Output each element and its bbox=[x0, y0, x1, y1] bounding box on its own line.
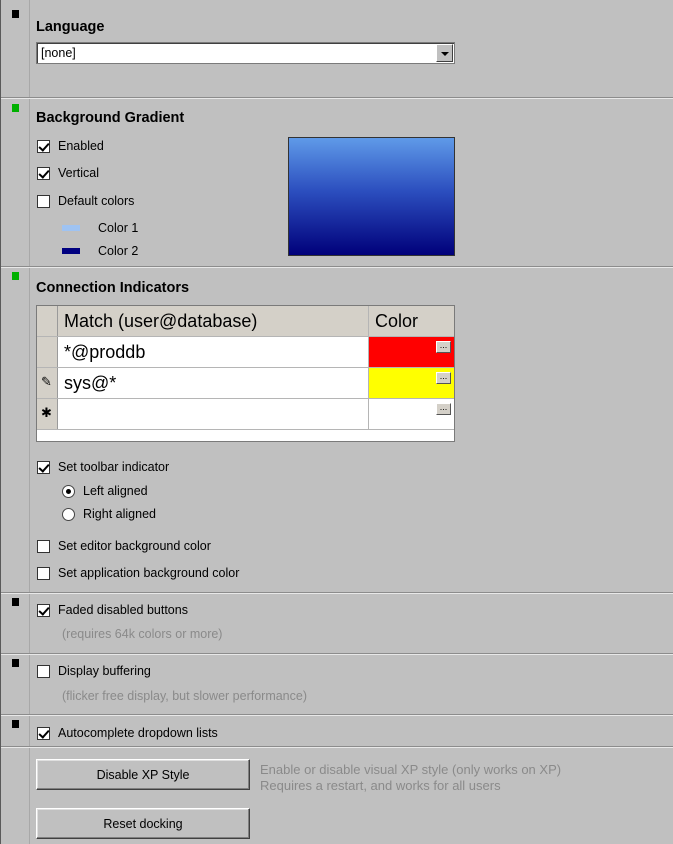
section-marker-black-icon bbox=[12, 720, 19, 728]
color-cell[interactable]: ... bbox=[369, 368, 454, 398]
gradient-preview bbox=[288, 137, 455, 256]
divider bbox=[1, 266, 673, 268]
default-colors-label: Default colors bbox=[58, 194, 135, 208]
new-row-asterisk-icon: ✱ bbox=[41, 405, 52, 420]
section-marker-green-icon bbox=[12, 272, 19, 280]
grid-corner bbox=[37, 306, 58, 336]
vertical-checkbox[interactable] bbox=[37, 167, 50, 180]
divider bbox=[1, 592, 673, 594]
faded-disabled-buttons-checkbox[interactable] bbox=[37, 604, 50, 617]
gutter-divider bbox=[29, 0, 30, 844]
column-header-color-label: Color bbox=[375, 311, 419, 331]
divider bbox=[1, 714, 673, 716]
color1-swatch[interactable] bbox=[62, 225, 80, 231]
enabled-checkbox[interactable] bbox=[37, 140, 50, 153]
divider bbox=[1, 97, 673, 99]
table-row[interactable]: ✎ sys@* ... bbox=[37, 368, 454, 399]
section-marker-black-icon bbox=[12, 659, 19, 667]
set-editor-bg-label: Set editor background color bbox=[58, 539, 211, 553]
set-app-bg-label: Set application background color bbox=[58, 566, 240, 580]
left-aligned-label: Left aligned bbox=[83, 484, 148, 498]
left-aligned-radio[interactable] bbox=[62, 485, 75, 498]
connection-indicators-heading: Connection Indicators bbox=[36, 280, 190, 296]
display-buffering-label: Display buffering bbox=[58, 664, 151, 678]
row-selector[interactable]: ✎ bbox=[37, 368, 58, 398]
ellipsis-button[interactable]: ... bbox=[436, 403, 451, 415]
right-aligned-label: Right aligned bbox=[83, 507, 156, 521]
faded-disabled-buttons-note: (requires 64k colors or more) bbox=[62, 627, 223, 641]
table-row-new[interactable]: ✱ ... bbox=[37, 399, 454, 430]
default-colors-checkbox[interactable] bbox=[37, 195, 50, 208]
disable-xp-note-line2: Requires a restart, and works for all us… bbox=[260, 778, 501, 793]
column-header-color[interactable]: Color bbox=[369, 306, 454, 336]
section-marker-green-icon bbox=[12, 104, 19, 112]
connection-indicators-grid: Match (user@database) Color *@proddb ...… bbox=[36, 305, 455, 442]
vertical-label: Vertical bbox=[58, 166, 99, 180]
row-selector[interactable] bbox=[37, 337, 58, 367]
background-gradient-heading: Background Gradient bbox=[36, 110, 185, 126]
section-marker-black-icon bbox=[12, 10, 19, 18]
divider bbox=[1, 746, 673, 748]
set-toolbar-indicator-checkbox[interactable] bbox=[37, 461, 50, 474]
color-cell[interactable]: ... bbox=[369, 337, 454, 367]
ellipsis-button[interactable]: ... bbox=[436, 341, 451, 353]
language-heading: Language bbox=[36, 19, 105, 35]
faded-disabled-buttons-label: Faded disabled buttons bbox=[58, 603, 188, 617]
grid-header-row: Match (user@database) Color bbox=[37, 306, 454, 337]
color1-label[interactable]: Color 1 bbox=[98, 221, 138, 235]
row-selector[interactable]: ✱ bbox=[37, 399, 58, 429]
disable-xp-style-button[interactable]: Disable XP Style bbox=[36, 759, 250, 790]
table-row[interactable]: *@proddb ... bbox=[37, 337, 454, 368]
set-app-bg-checkbox[interactable] bbox=[37, 567, 50, 580]
column-header-match[interactable]: Match (user@database) bbox=[58, 306, 369, 336]
reset-docking-button[interactable]: Reset docking bbox=[36, 808, 250, 839]
divider bbox=[1, 653, 673, 655]
right-aligned-radio[interactable] bbox=[62, 508, 75, 521]
set-editor-bg-checkbox[interactable] bbox=[37, 540, 50, 553]
language-value: [none] bbox=[41, 46, 76, 60]
preferences-panel: Language [none] Background Gradient Enab… bbox=[0, 0, 673, 844]
enabled-label: Enabled bbox=[58, 139, 104, 153]
ellipsis-button[interactable]: ... bbox=[436, 372, 451, 384]
match-cell[interactable]: sys@* bbox=[58, 368, 369, 398]
display-buffering-note: (flicker free display, but slower perfor… bbox=[62, 689, 307, 703]
color-cell[interactable]: ... bbox=[369, 399, 454, 429]
disable-xp-note-line1: Enable or disable visual XP style (only … bbox=[260, 762, 562, 777]
autocomplete-checkbox[interactable] bbox=[37, 727, 50, 740]
display-buffering-checkbox[interactable] bbox=[37, 665, 50, 678]
section-marker-black-icon bbox=[12, 598, 19, 606]
color2-swatch[interactable] bbox=[62, 248, 80, 254]
match-cell[interactable]: *@proddb bbox=[58, 337, 369, 367]
match-cell[interactable] bbox=[58, 399, 369, 429]
pencil-icon: ✎ bbox=[41, 374, 52, 389]
match-value: sys@* bbox=[64, 373, 117, 393]
color2-label[interactable]: Color 2 bbox=[98, 244, 138, 258]
language-dropdown[interactable]: [none] bbox=[36, 42, 455, 64]
chevron-down-icon[interactable] bbox=[436, 44, 453, 62]
match-value: *@proddb bbox=[64, 342, 146, 362]
autocomplete-label: Autocomplete dropdown lists bbox=[58, 726, 218, 740]
column-header-match-label: Match (user@database) bbox=[64, 311, 258, 331]
set-toolbar-indicator-label: Set toolbar indicator bbox=[58, 460, 170, 474]
